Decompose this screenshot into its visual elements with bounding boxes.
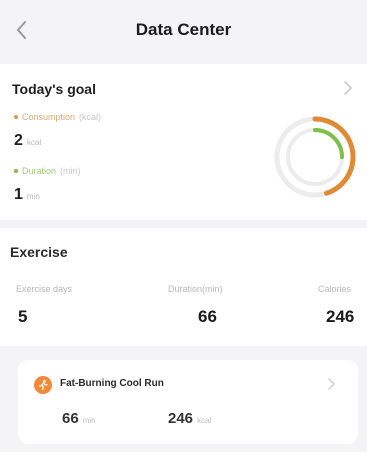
duration-label-unit: (min) — [60, 166, 81, 176]
consumption-unit: kcal — [26, 138, 42, 147]
duration-number: 1 — [14, 186, 23, 203]
chevron-right-icon[interactable] — [339, 79, 357, 97]
runner-glyph — [38, 379, 48, 391]
goal-progress-ring — [274, 116, 356, 198]
header: Data Center — [0, 0, 367, 60]
course-calories: 246 kcal — [168, 410, 211, 427]
course-duration: 66 min — [62, 410, 96, 427]
exercise-duration-value: 66 — [198, 307, 217, 326]
duration-label: Duration (min) — [14, 166, 81, 176]
today-goal-title: Today's goal — [12, 81, 96, 97]
course-card[interactable]: Fat-Burning Cool Run 66 min 246 kcal — [18, 360, 358, 444]
duration-unit: min — [26, 192, 40, 201]
exercise-title: Exercise — [10, 244, 68, 260]
chevron-right-icon[interactable] — [324, 376, 340, 392]
course-name: Fat-Burning Cool Run — [60, 378, 164, 389]
exercise-calories-value: 246 — [326, 307, 355, 326]
exercise-calories-label: Calories — [318, 284, 352, 294]
chevron-left-icon — [16, 21, 26, 39]
consumption-label-unit: (kcal) — [79, 112, 102, 122]
today-goal-card[interactable]: Today's goal Consumption (kcal) 2 kcal D… — [0, 64, 367, 220]
consumption-number: 2 — [14, 132, 23, 149]
back-button[interactable] — [10, 18, 34, 42]
course-duration-unit: min — [82, 416, 96, 425]
running-icon — [34, 376, 52, 394]
duration-label-text: Duration — [22, 166, 57, 176]
course-duration-value: 66 — [62, 410, 79, 427]
page-title: Data Center — [135, 20, 232, 39]
consumption-value: 2 kcal — [14, 132, 41, 150]
exercise-days-value: 5 — [18, 307, 28, 326]
exercise-card: Exercise Exercise days 5 Duration(min) 6… — [0, 228, 367, 346]
course-calories-value: 246 — [168, 410, 194, 427]
exercise-days-label: Exercise days — [16, 284, 73, 294]
duration-dot — [14, 169, 18, 173]
consumption-label-text: Consumption — [22, 112, 76, 122]
duration-value: 1 min — [14, 186, 40, 204]
course-calories-unit: kcal — [197, 416, 212, 425]
consumption-label: Consumption (kcal) — [14, 112, 101, 122]
exercise-duration-label: Duration(min) — [168, 284, 223, 294]
consumption-dot — [14, 115, 18, 119]
